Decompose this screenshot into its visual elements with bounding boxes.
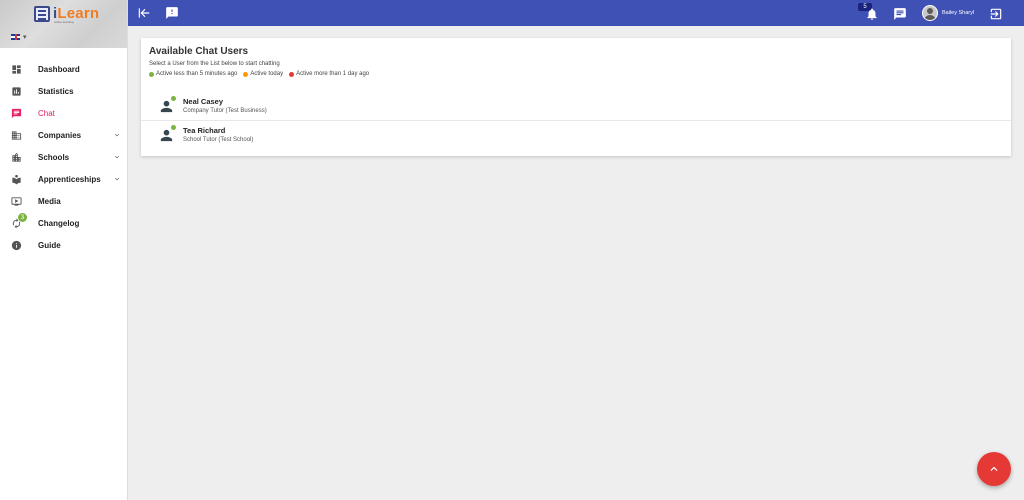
chevron-down-icon xyxy=(115,177,119,181)
brand-header: iLearn online learning ▾ xyxy=(0,0,127,48)
green-status-dot xyxy=(149,71,154,77)
legend-label: Active less than 5 minutes ago xyxy=(156,71,238,77)
sidebar-item-label: Dashboard xyxy=(38,64,80,74)
page-title: Available Chat Users xyxy=(149,46,249,57)
sidebar-item-label: Guide xyxy=(38,240,61,250)
legend-label: Active today xyxy=(250,71,284,77)
user-name: Bailey Sharyl xyxy=(942,10,975,16)
sidebar-item-changelog[interactable]: 3 Changelog xyxy=(0,212,128,234)
sidebar-item-label: Companies xyxy=(38,130,82,140)
collapse-sidebar-icon[interactable] xyxy=(137,6,151,20)
sidebar-item-label: Chat xyxy=(38,108,55,118)
logout-icon[interactable] xyxy=(989,7,1003,21)
legend-item-recent: Active less than 5 minutes ago xyxy=(149,71,237,77)
sidebar-item-label: Schools xyxy=(38,152,70,162)
chat-icon xyxy=(11,108,22,119)
messages-icon[interactable] xyxy=(893,7,907,21)
statistics-icon xyxy=(11,86,22,97)
guide-icon xyxy=(11,240,22,251)
language-selector[interactable]: ▾ xyxy=(11,33,27,41)
feedback-icon[interactable] xyxy=(165,6,179,20)
dashboard-icon xyxy=(11,64,22,75)
bell-icon[interactable] xyxy=(865,7,879,21)
logo-subtitle: online learning xyxy=(54,20,74,24)
legend-label: Active more than 1 day ago xyxy=(296,71,370,77)
user-name: Tea Richard xyxy=(183,126,226,135)
legend-item-today: Active today xyxy=(243,71,283,77)
sidebar-item-apprenticeships[interactable]: Apprenticeships xyxy=(0,168,128,190)
chevron-down-icon xyxy=(115,155,119,159)
chevron-down-icon: ▾ xyxy=(23,34,27,41)
user-menu[interactable]: Bailey Sharyl xyxy=(922,5,974,21)
status-legend: Active less than 5 minutes ago Active to… xyxy=(149,71,369,77)
top-app-bar: 5 Bailey Sharyl xyxy=(128,0,1024,26)
apprenticeships-icon xyxy=(11,174,22,185)
sidebar-item-statistics[interactable]: Statistics xyxy=(0,80,128,102)
schools-icon xyxy=(11,152,22,163)
sidebar-item-label: Changelog xyxy=(38,218,80,228)
card-subtitle: Select a User from the List below to sta… xyxy=(149,61,280,67)
chevron-down-icon xyxy=(115,133,119,137)
orange-status-dot xyxy=(243,71,249,77)
chat-user-list: Neal Casey Company Tutor (Test Business)… xyxy=(141,92,1011,150)
chat-users-card: Available Chat Users Select a User from … xyxy=(141,38,1011,156)
changelog-badge: 3 xyxy=(18,213,27,222)
sidebar: iLearn online learning ▾ Dashboard Stati… xyxy=(0,0,128,500)
sidebar-item-media[interactable]: Media xyxy=(0,190,128,212)
sidebar-item-label: Statistics xyxy=(38,86,74,96)
online-status-dot xyxy=(171,96,176,101)
online-status-dot xyxy=(171,125,176,130)
companies-icon xyxy=(11,130,22,141)
list-item[interactable]: Tea Richard School Tutor (Test School) xyxy=(141,121,1011,150)
sidebar-nav: Dashboard Statistics Chat Companies Scho… xyxy=(0,58,128,256)
chevron-up-icon xyxy=(990,466,998,471)
avatar xyxy=(922,5,938,21)
sidebar-item-label: Apprenticeships xyxy=(38,174,101,184)
list-item[interactable]: Neal Casey Company Tutor (Test Business) xyxy=(141,92,1011,121)
sidebar-item-chat[interactable]: Chat xyxy=(0,102,128,124)
uk-flag-icon xyxy=(11,34,20,40)
red-status-dot xyxy=(289,71,295,77)
user-role: School Tutor (Test School) xyxy=(183,137,254,143)
user-role: Company Tutor (Test Business) xyxy=(183,108,267,114)
legend-item-old: Active more than 1 day ago xyxy=(289,71,369,77)
sidebar-item-guide[interactable]: Guide xyxy=(0,234,128,256)
logo-icon xyxy=(34,5,50,22)
user-name: Neal Casey xyxy=(183,97,224,106)
sidebar-item-dashboard[interactable]: Dashboard xyxy=(0,58,128,80)
scroll-to-top-button[interactable] xyxy=(977,452,1011,486)
sidebar-item-label: Media xyxy=(38,196,61,206)
sidebar-item-schools[interactable]: Schools xyxy=(0,146,128,168)
sidebar-item-companies[interactable]: Companies xyxy=(0,124,128,146)
media-icon xyxy=(11,196,22,207)
